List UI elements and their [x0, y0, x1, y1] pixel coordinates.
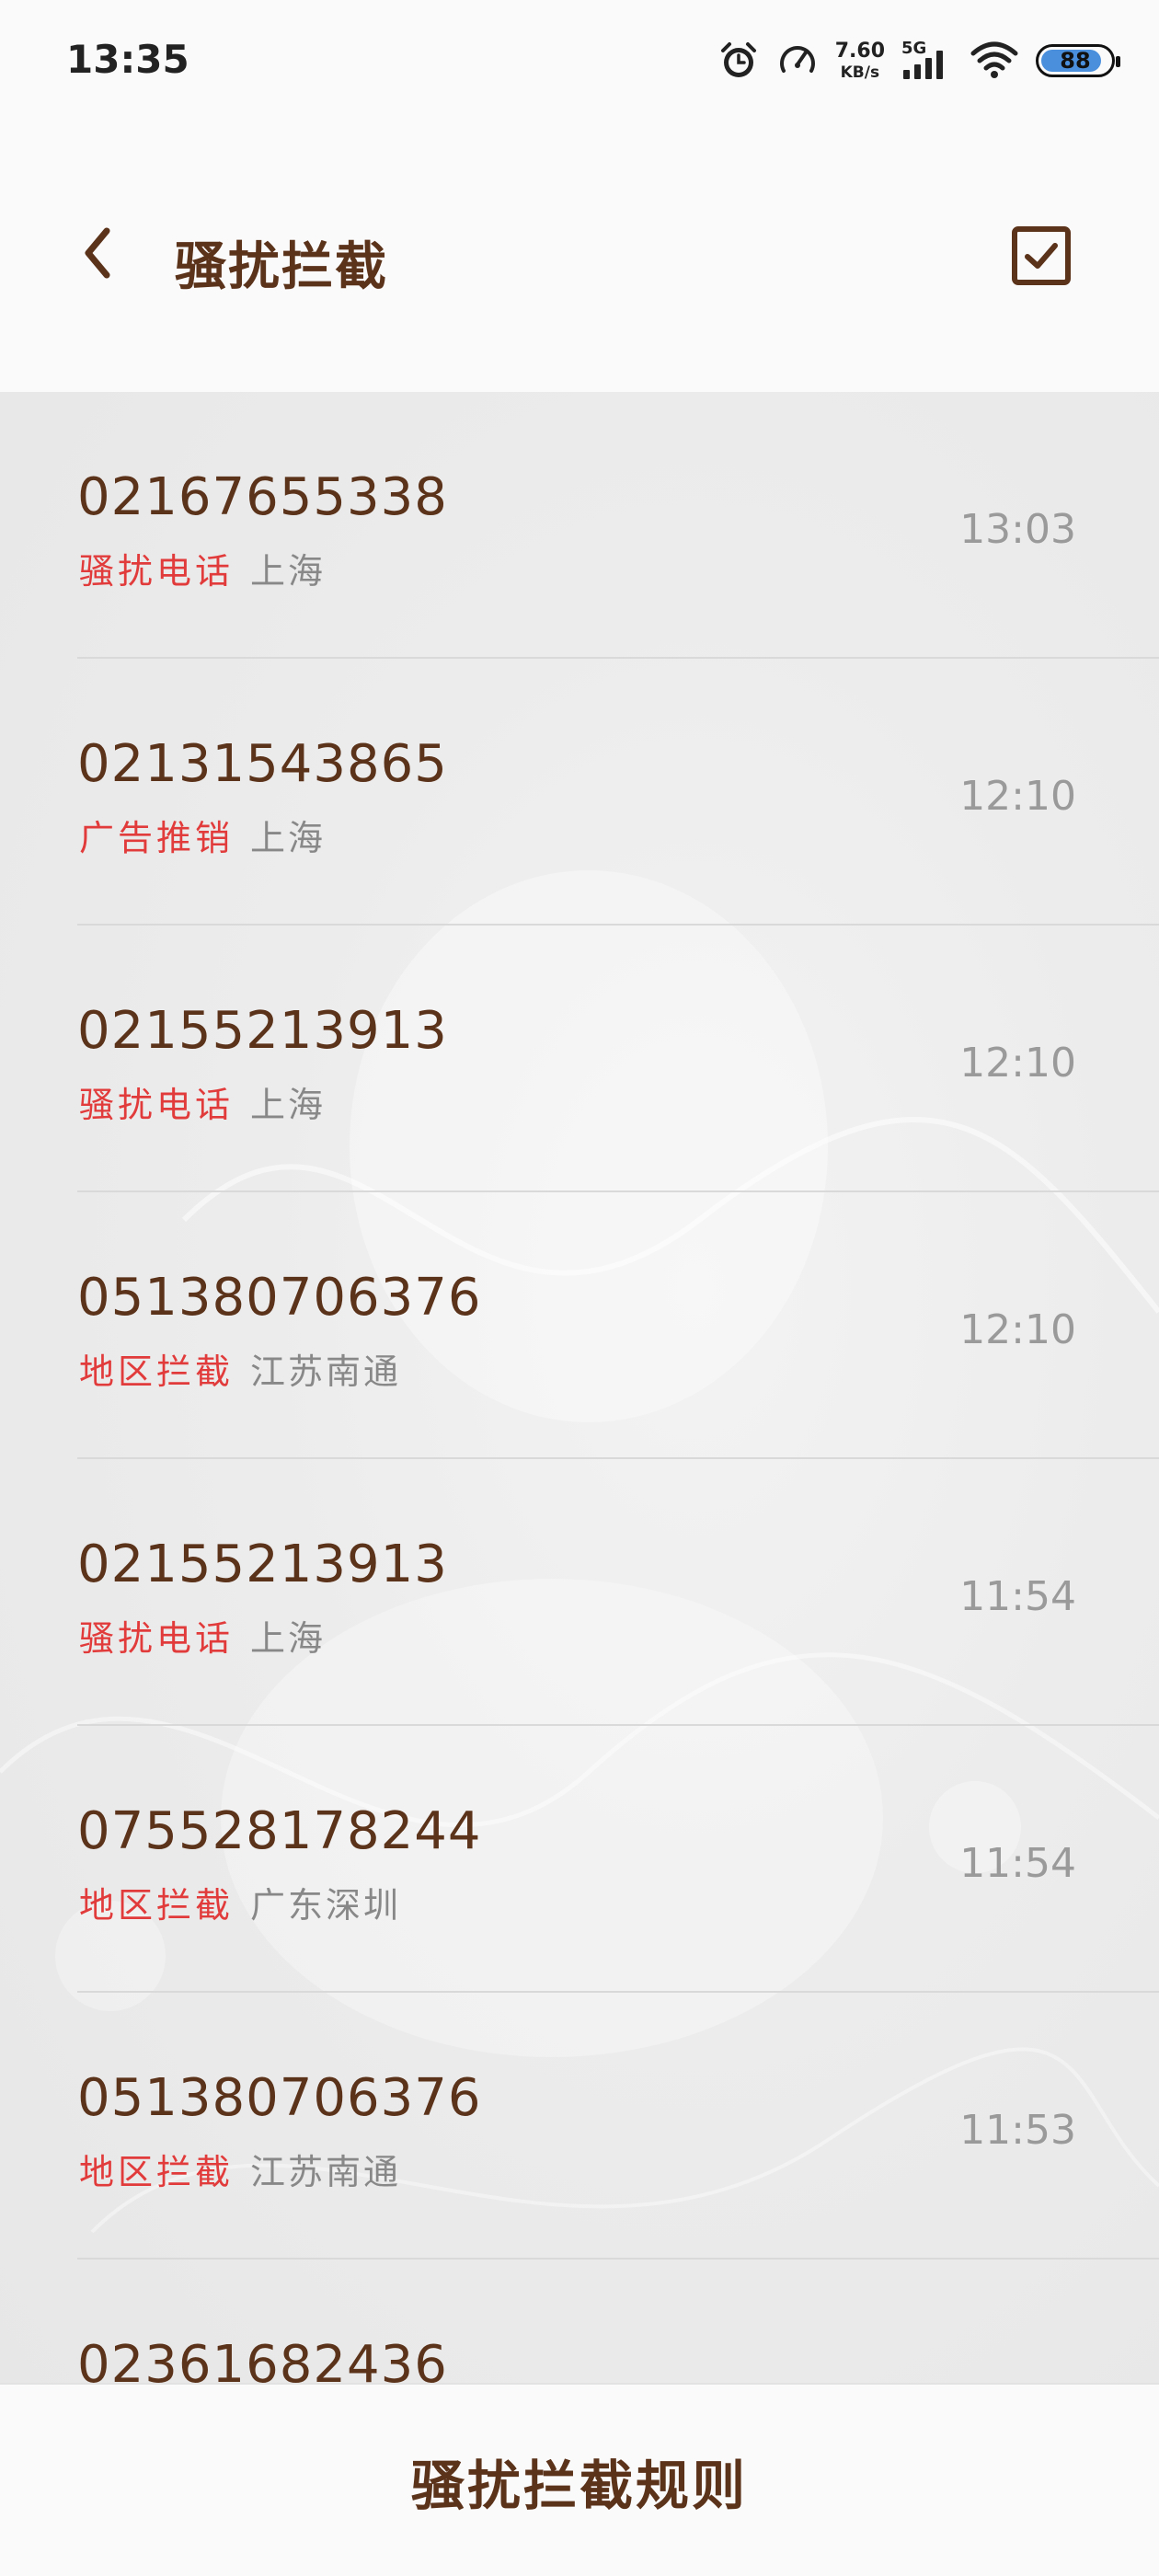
call-info: 骚扰电话 上海 — [79, 543, 326, 593]
call-time: 12:10 — [959, 1040, 1076, 1087]
call-tag: 广告推销 — [79, 818, 235, 858]
call-location: 上海 — [250, 1085, 327, 1125]
call-tag: 地区拦截 — [79, 1885, 235, 1926]
call-time: 11:53 — [959, 2107, 1076, 2154]
phone-number: 075528178244 — [77, 1801, 482, 1861]
battery-icon: 88 — [1036, 44, 1120, 77]
net-speed: 7.60 KB/s — [834, 39, 885, 82]
header: 骚扰拦截 — [0, 129, 1159, 392]
battery-nub — [1116, 56, 1120, 67]
signal-icon — [903, 51, 943, 79]
call-time: 13:03 — [959, 506, 1076, 553]
wifi-icon — [970, 41, 1018, 78]
call-time: 12:10 — [959, 773, 1076, 820]
call-time: 12:10 — [959, 1306, 1076, 1353]
page-title: 骚扰拦截 — [175, 237, 388, 297]
call-tag: 地区拦截 — [79, 1351, 235, 1392]
net-speed-value: 7.60 — [834, 39, 885, 63]
alarm-icon — [720, 42, 756, 77]
call-location: 上海 — [250, 1618, 327, 1659]
call-tag: 骚扰电话 — [79, 1618, 235, 1659]
status-time: 13:35 — [66, 37, 189, 82]
chevron-left-icon — [85, 227, 110, 279]
net-speed-unit: KB/s — [840, 63, 880, 82]
call-list-item[interactable]: 02131543865 广告推销 上海 12:10 — [0, 659, 1159, 926]
call-tag: 地区拦截 — [79, 2152, 235, 2192]
call-list-item[interactable]: 02361682436 — [0, 2260, 1159, 2383]
call-tag: 骚扰电话 — [79, 551, 235, 592]
call-list-item[interactable]: 051380706376 地区拦截 江苏南通 12:10 — [0, 1192, 1159, 1459]
call-list-item[interactable]: 075528178244 地区拦截 广东深圳 11:54 — [0, 1726, 1159, 1993]
back-button[interactable] — [61, 216, 134, 290]
call-list-item[interactable]: 02155213913 骚扰电话 上海 11:54 — [0, 1459, 1159, 1726]
blocked-calls-list: 02167655338 骚扰电话 上海 13:03 02131543865 广告推销 上海 1… — [0, 392, 1159, 2383]
call-time: 11:54 — [959, 1840, 1076, 1887]
call-info: 地区拦截 广东深圳 — [79, 1877, 401, 1927]
blocking-rules-button[interactable]: 骚扰拦截规则 — [0, 2385, 1159, 2576]
screen: 13:35 7.60 KB/s 5G 88 骚扰拦截 02167655338 骚… — [0, 0, 1159, 2576]
bottom-bar: 骚扰拦截规则 — [0, 2383, 1159, 2576]
phone-number: 02167655338 — [77, 467, 448, 527]
phone-number: 02131543865 — [77, 734, 448, 794]
call-location: 上海 — [250, 551, 327, 592]
blocked-calls-list-area[interactable]: 02167655338 骚扰电话 上海 13:03 02131543865 广告推销 上海 1… — [0, 392, 1159, 2383]
phone-number: 051380706376 — [77, 1268, 482, 1328]
call-info: 地区拦截 江苏南通 — [79, 2144, 401, 2194]
speedometer-icon — [779, 46, 815, 73]
select-all-button[interactable] — [1008, 223, 1074, 289]
phone-number: 02361682436 — [77, 2335, 448, 2383]
status-bar: 13:35 7.60 KB/s 5G 88 — [0, 0, 1159, 129]
status-icons: 7.60 KB/s 5G 88 — [717, 31, 1120, 90]
signal-indicator: 5G — [901, 39, 953, 81]
call-list-item[interactable]: 051380706376 地区拦截 江苏南通 11:53 — [0, 1993, 1159, 2260]
phone-number: 051380706376 — [77, 2068, 482, 2128]
call-time: 11:54 — [959, 1573, 1076, 1620]
phone-number: 02155213913 — [77, 1001, 448, 1061]
call-info: 地区拦截 江苏南通 — [79, 1343, 401, 1394]
battery-level: 88 — [1060, 48, 1091, 74]
call-info: 骚扰电话 上海 — [79, 1076, 326, 1127]
call-info: 骚扰电话 上海 — [79, 1610, 326, 1661]
call-location: 江苏南通 — [250, 1351, 402, 1392]
checkbox-icon — [1012, 226, 1071, 285]
phone-number: 02155213913 — [77, 1535, 448, 1594]
call-location: 广东深圳 — [250, 1885, 402, 1926]
call-location: 上海 — [250, 818, 327, 858]
call-info: 广告推销 上海 — [79, 810, 326, 860]
call-tag: 骚扰电话 — [79, 1085, 235, 1125]
call-location: 江苏南通 — [250, 2152, 402, 2192]
call-list-item[interactable]: 02155213913 骚扰电话 上海 12:10 — [0, 926, 1159, 1192]
call-list-item[interactable]: 02167655338 骚扰电话 上海 13:03 — [0, 392, 1159, 659]
